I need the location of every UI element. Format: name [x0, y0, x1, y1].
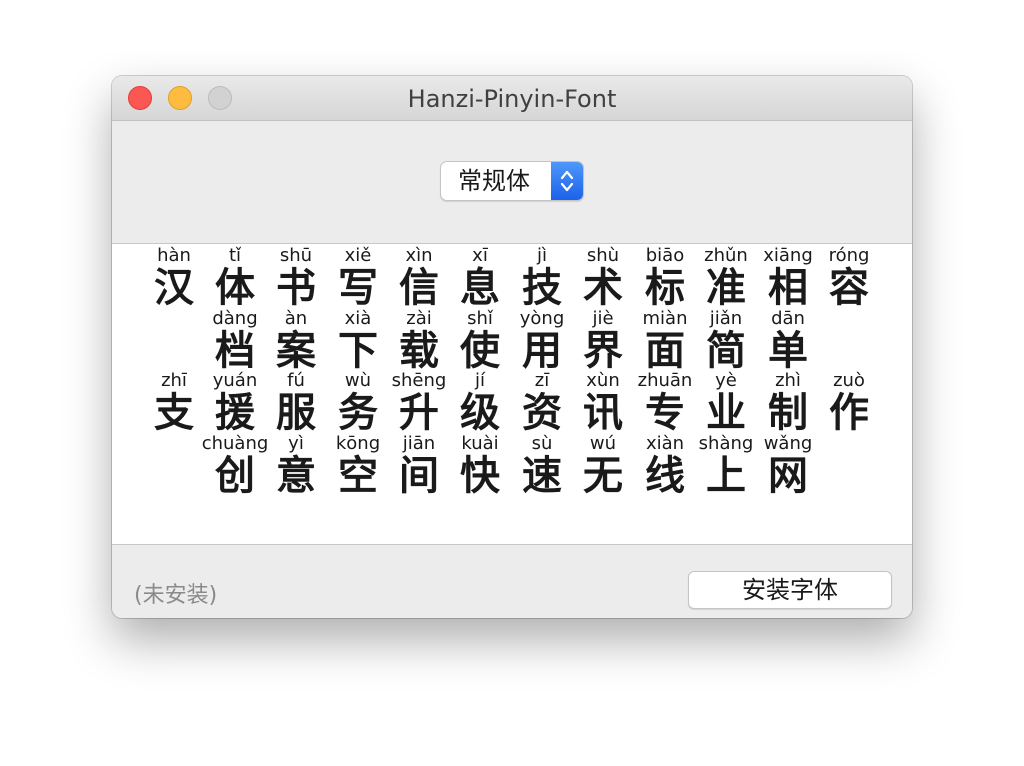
pinyin-label: zuò	[833, 370, 865, 391]
title-bar[interactable]: Hanzi-Pinyin-Font	[112, 76, 912, 121]
hanzi-glyph: 升	[399, 390, 439, 436]
pinyin-label: dān	[771, 308, 805, 329]
hanzi-glyph: 制	[768, 390, 808, 436]
glyph-cell: zuò 作	[818, 371, 880, 437]
hanzi-glyph: 案	[276, 328, 316, 374]
glyph-cell: wú 无	[572, 434, 634, 500]
hanzi-glyph: 间	[399, 453, 439, 499]
hanzi-glyph: 信	[399, 265, 439, 311]
hanzi-glyph: 务	[338, 390, 378, 436]
install-font-button[interactable]: 安装字体	[688, 571, 892, 609]
hanzi-glyph: 级	[460, 390, 500, 436]
glyph-cell: jí 级	[449, 371, 511, 437]
hanzi-glyph: 单	[768, 328, 808, 374]
hanzi-glyph: 写	[338, 265, 378, 311]
pinyin-label: róng	[828, 245, 870, 266]
glyph-cell: kuài 快	[449, 434, 511, 500]
footer-bar: (未安装) 安装字体	[112, 545, 912, 618]
glyph-cell: shàng 上	[695, 434, 757, 500]
hanzi-glyph: 无	[583, 453, 623, 499]
hanzi-glyph: 息	[460, 265, 500, 311]
hanzi-glyph: 容	[829, 265, 869, 311]
font-preview-area: hàn 汉 tǐ 体 shū 书 xiě 写 xìn 信 xī 息 jì 技 s…	[112, 243, 912, 545]
hanzi-glyph: 空	[338, 453, 378, 499]
pinyin-label: wǎng	[763, 433, 813, 454]
hanzi-glyph: 载	[399, 328, 439, 374]
hanzi-glyph: 专	[645, 390, 685, 436]
hanzi-glyph: 标	[645, 265, 685, 311]
window-title: Hanzi-Pinyin-Font	[407, 85, 617, 113]
hanzi-glyph: 技	[522, 265, 562, 311]
hanzi-glyph: 讯	[583, 390, 623, 436]
hanzi-glyph: 书	[276, 265, 316, 311]
glyph-cell: róng 容	[818, 246, 880, 312]
hanzi-glyph: 简	[706, 328, 746, 374]
hanzi-glyph: 体	[215, 265, 255, 311]
glyph-cell: zhǔn 准	[695, 246, 757, 312]
glyph-cell: shù 术	[572, 246, 634, 312]
install-status: (未安装)	[134, 583, 218, 608]
font-style-value: 常规体	[458, 167, 530, 195]
hanzi-glyph: 档	[215, 328, 255, 374]
glyph-cell: shǐ 使	[449, 309, 511, 375]
hanzi-glyph: 下	[338, 328, 378, 374]
hanzi-glyph: 资	[522, 390, 562, 436]
glyph-cell: shū 书	[265, 246, 327, 312]
hanzi-glyph: 援	[215, 390, 255, 436]
hanzi-glyph: 使	[460, 328, 500, 374]
hanzi-glyph: 速	[522, 453, 562, 499]
hanzi-glyph: 网	[768, 453, 808, 499]
hanzi-glyph: 准	[706, 265, 746, 311]
glyph-cell: jiǎn 简	[695, 309, 757, 375]
hanzi-glyph: 作	[829, 390, 869, 436]
hanzi-glyph: 面	[645, 328, 685, 374]
glyph-cell: xī 息	[449, 246, 511, 312]
app-window: Hanzi-Pinyin-Font 常规体 hàn 汉 tǐ 体 shū 书 x…	[112, 76, 912, 618]
hanzi-glyph: 快	[460, 453, 500, 499]
glyph-cell: xùn 讯	[572, 371, 634, 437]
hanzi-glyph: 用	[522, 328, 562, 374]
glyph-cell: yì 意	[265, 434, 327, 500]
font-style-select[interactable]: 常规体	[440, 161, 584, 201]
hanzi-glyph: 界	[583, 328, 623, 374]
glyph-cell: wǎng 网	[757, 434, 819, 500]
glyph-cell: yè 业	[695, 371, 757, 437]
hanzi-glyph: 意	[276, 453, 316, 499]
hanzi-glyph: 支	[154, 390, 194, 436]
glyph-cell: jiè 界	[572, 309, 634, 375]
glyph-cell: fú 服	[265, 371, 327, 437]
glyph-cell: àn 案	[265, 309, 327, 375]
select-arrows-icon[interactable]	[551, 162, 583, 200]
hanzi-glyph: 服	[276, 390, 316, 436]
hanzi-glyph: 相	[768, 265, 808, 311]
hanzi-glyph: 创	[215, 453, 255, 499]
hanzi-glyph: 术	[583, 265, 623, 311]
hanzi-glyph: 汉	[154, 265, 194, 311]
glyph-cell: dān 单	[757, 309, 819, 375]
toolbar: 常规体	[112, 121, 912, 243]
hanzi-glyph: 业	[706, 390, 746, 436]
hanzi-glyph: 线	[645, 453, 685, 499]
hanzi-glyph: 上	[706, 453, 746, 499]
